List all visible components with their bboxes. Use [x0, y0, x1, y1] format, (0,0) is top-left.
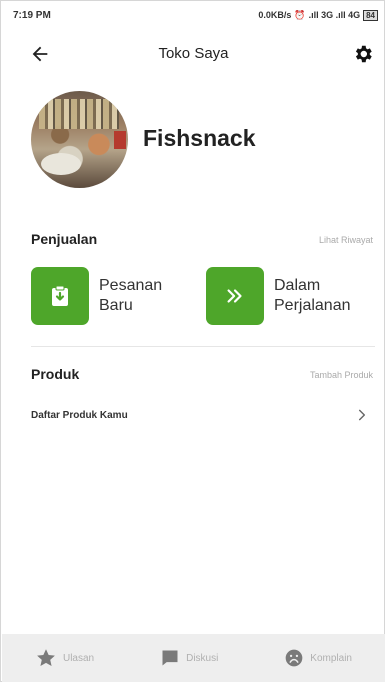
signal-indicator: .ıll 3G .ıll 4G	[308, 10, 361, 20]
in-transit-button[interactable]: Dalam Perjalanan	[206, 267, 384, 325]
page-title: Toko Saya	[158, 45, 229, 62]
shop-avatar[interactable]	[31, 91, 128, 188]
new-orders-button[interactable]: Pesanan Baru	[31, 267, 199, 325]
in-transit-label: Dalam Perjalanan	[274, 277, 351, 314]
sales-history-link[interactable]: Lihat Riwayat	[319, 235, 373, 245]
section-divider	[31, 346, 375, 347]
nav-reviews[interactable]: Ulasan	[35, 647, 94, 669]
add-product-link[interactable]: Tambah Produk	[310, 370, 373, 380]
sales-section-title: Penjualan	[31, 231, 98, 247]
nav-complaints[interactable]: Komplain	[284, 648, 352, 668]
alarm-icon: ⏰	[294, 9, 306, 20]
app-bar: Toko Saya	[1, 35, 385, 75]
star-icon	[37, 649, 55, 666]
products-section-title: Produk	[31, 366, 80, 382]
settings-button[interactable]	[352, 43, 374, 65]
nav-reviews-label: Ulasan	[62, 652, 95, 664]
clipboard-download-icon	[52, 285, 68, 306]
shop-name: Fishsnack	[143, 125, 256, 151]
nav-discussion-label: Diskusi	[186, 652, 219, 664]
chevron-right-icon	[358, 409, 366, 421]
sad-face-icon	[285, 649, 303, 667]
in-transit-icon-box	[206, 267, 264, 325]
product-list-label: Daftar Produk Kamu	[31, 409, 128, 421]
status-indicators: 0.0KB/s ⏰ .ıll 3G .ıll 4G 84	[258, 9, 378, 21]
gear-icon	[355, 45, 372, 63]
app-screen: 7:19 PM 0.0KB/s ⏰ .ıll 3G .ıll 4G 84 Tok…	[0, 0, 385, 682]
nav-complaints-label: Komplain	[310, 652, 352, 664]
new-orders-icon-box	[31, 267, 89, 325]
status-bar: 7:19 PM 0.0KB/s ⏰ .ıll 3G .ıll 4G 84	[1, 1, 385, 29]
double-chevron-right-icon	[227, 289, 242, 303]
product-list-row[interactable]: Daftar Produk Kamu	[31, 401, 375, 429]
nav-discussion[interactable]: Diskusi	[160, 648, 218, 668]
status-time: 7:19 PM	[13, 9, 51, 21]
network-speed: 0.0KB/s	[258, 10, 292, 20]
new-orders-label: Pesanan Baru	[99, 277, 163, 314]
chat-bubble-icon	[162, 650, 178, 666]
battery-indicator: 84	[363, 9, 378, 21]
bottom-navigation: Ulasan Diskusi Komplain	[2, 634, 385, 682]
